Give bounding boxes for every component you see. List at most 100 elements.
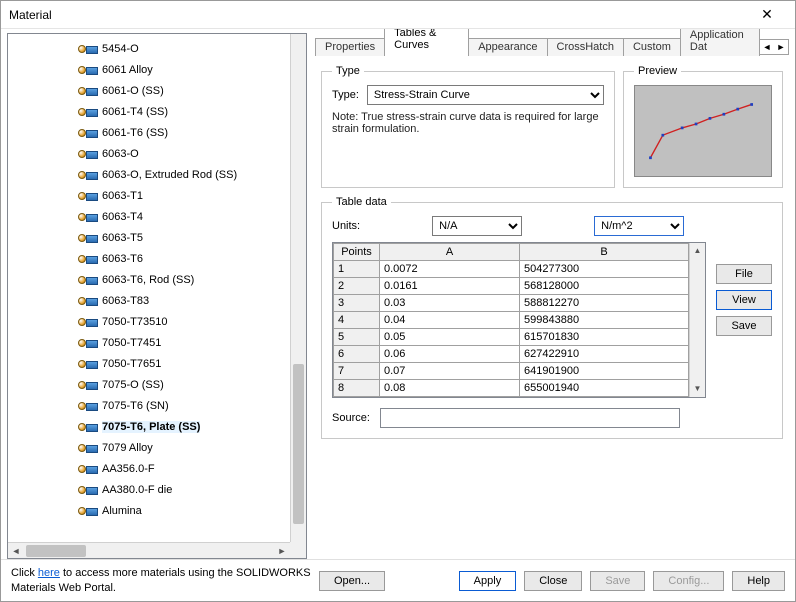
tree-item[interactable]: 6063-O: [10, 143, 304, 164]
table-row[interactable]: 60.06627422910: [334, 346, 689, 363]
material-icon: [78, 106, 98, 118]
material-dialog: Material ✕ 5454-O6061 Alloy6061-O (SS)60…: [0, 0, 796, 602]
row-index: 5: [334, 329, 380, 346]
table-row[interactable]: 40.04599843880: [334, 312, 689, 329]
grid-scrollbar[interactable]: ▲ ▼: [689, 243, 705, 397]
cell-b[interactable]: 599843880: [520, 312, 689, 329]
row-index: 4: [334, 312, 380, 329]
tree-item[interactable]: 7075-T6, Plate (SS): [10, 416, 304, 437]
tree-item[interactable]: 6061-T4 (SS): [10, 101, 304, 122]
col-points[interactable]: Points: [334, 244, 380, 261]
material-icon: [78, 379, 98, 391]
col-b[interactable]: B: [520, 244, 689, 261]
table-row[interactable]: 80.08655001940: [334, 380, 689, 397]
tree-item[interactable]: 7075-T6 (SN): [10, 395, 304, 416]
tree-item[interactable]: 6063-T4: [10, 206, 304, 227]
tree-item-label: 7075-O (SS): [102, 379, 164, 391]
tree-item-label: AA356.0-F: [102, 463, 155, 475]
table-row[interactable]: 50.05615701830: [334, 329, 689, 346]
material-icon: [78, 253, 98, 265]
tree-item[interactable]: 5454-O: [10, 38, 304, 59]
tree-item-label: 6063-O: [102, 148, 139, 160]
view-button[interactable]: View: [716, 290, 772, 310]
cell-a[interactable]: 0.07: [380, 363, 520, 380]
tree-item[interactable]: 6063-T83: [10, 290, 304, 311]
tree-item[interactable]: 7075-O (SS): [10, 374, 304, 395]
material-icon: [78, 295, 98, 307]
tree-item-label: 6063-T6: [102, 253, 143, 265]
cell-a[interactable]: 0.04: [380, 312, 520, 329]
material-tree[interactable]: 5454-O6061 Alloy6061-O (SS)6061-T4 (SS)6…: [7, 33, 307, 559]
tree-item[interactable]: 6061 Alloy: [10, 59, 304, 80]
material-icon: [78, 484, 98, 496]
tree-item[interactable]: 7050-T7651: [10, 353, 304, 374]
tree-item[interactable]: AA380.0-F die: [10, 479, 304, 500]
col-a[interactable]: A: [380, 244, 520, 261]
table-row[interactable]: 30.03588812270: [334, 295, 689, 312]
cell-b[interactable]: 568128000: [520, 278, 689, 295]
units-b-select[interactable]: N/m^2: [594, 216, 684, 236]
tree-item[interactable]: 7050-T73510: [10, 311, 304, 332]
cell-b[interactable]: 627422910: [520, 346, 689, 363]
cell-a[interactable]: 0.05: [380, 329, 520, 346]
table-row[interactable]: 20.0161568128000: [334, 278, 689, 295]
cell-b[interactable]: 655001940: [520, 380, 689, 397]
tab-application-dat[interactable]: Application Dat: [680, 29, 760, 56]
cell-a[interactable]: 0.08: [380, 380, 520, 397]
scroll-right-icon[interactable]: ►: [274, 546, 290, 556]
open-button[interactable]: Open...: [319, 571, 385, 591]
material-icon: [78, 169, 98, 181]
tree-item-label: 6063-O, Extruded Rod (SS): [102, 169, 237, 181]
titlebar[interactable]: Material ✕: [1, 1, 795, 29]
table-row[interactable]: 70.07641901900: [334, 363, 689, 380]
tree-item[interactable]: 6061-T6 (SS): [10, 122, 304, 143]
cell-a[interactable]: 0.03: [380, 295, 520, 312]
cell-b[interactable]: 615701830: [520, 329, 689, 346]
scroll-down-icon[interactable]: ▼: [690, 381, 705, 397]
tree-horizontal-scrollbar[interactable]: ◄ ►: [8, 542, 290, 558]
close-icon[interactable]: ✕: [747, 6, 787, 23]
apply-button[interactable]: Apply: [459, 571, 517, 591]
web-portal-link[interactable]: here: [38, 567, 60, 579]
data-grid[interactable]: Points A B 10.007250427730020.0161568128…: [332, 242, 706, 398]
tree-item[interactable]: 6063-T1: [10, 185, 304, 206]
cell-a[interactable]: 0.0161: [380, 278, 520, 295]
units-a-select[interactable]: N/A: [432, 216, 522, 236]
tree-item[interactable]: 7050-T7451: [10, 332, 304, 353]
scroll-left-icon[interactable]: ◄: [8, 546, 24, 556]
tree-item[interactable]: 6063-O, Extruded Rod (SS): [10, 164, 304, 185]
source-input[interactable]: [380, 408, 680, 428]
tab-appearance[interactable]: Appearance: [468, 38, 547, 56]
cell-a[interactable]: 0.0072: [380, 261, 520, 278]
file-button[interactable]: File: [716, 264, 772, 284]
tab-properties[interactable]: Properties: [315, 38, 385, 56]
tree-item[interactable]: Alumina: [10, 500, 304, 521]
cell-a[interactable]: 0.06: [380, 346, 520, 363]
curve-type-select[interactable]: Stress-Strain Curve: [367, 85, 604, 105]
cell-b[interactable]: 504277300: [520, 261, 689, 278]
tab-tables-curves[interactable]: Tables & Curves: [384, 29, 469, 55]
tab-crosshatch[interactable]: CrossHatch: [547, 38, 624, 56]
material-icon: [78, 274, 98, 286]
tab-custom[interactable]: Custom: [623, 38, 681, 56]
save-curve-button[interactable]: Save: [716, 316, 772, 336]
tree-item[interactable]: 7079 Alloy: [10, 437, 304, 458]
tree-item-label: 6063-T1: [102, 190, 143, 202]
tree-vertical-scrollbar[interactable]: [290, 34, 306, 542]
units-label: Units:: [332, 220, 360, 232]
row-index: 1: [334, 261, 380, 278]
tree-item[interactable]: 6061-O (SS): [10, 80, 304, 101]
tab-nav-right-icon[interactable]: ►: [774, 40, 788, 54]
scroll-up-icon[interactable]: ▲: [690, 243, 705, 259]
cell-b[interactable]: 641901900: [520, 363, 689, 380]
tree-item[interactable]: 6063-T6, Rod (SS): [10, 269, 304, 290]
tree-item[interactable]: 6063-T6: [10, 248, 304, 269]
help-button[interactable]: Help: [732, 571, 785, 591]
cell-b[interactable]: 588812270: [520, 295, 689, 312]
tab-nav-left-icon[interactable]: ◄: [760, 40, 774, 54]
tree-item[interactable]: AA356.0-F: [10, 458, 304, 479]
tree-item[interactable]: 6063-T5: [10, 227, 304, 248]
table-row[interactable]: 10.0072504277300: [334, 261, 689, 278]
row-index: 6: [334, 346, 380, 363]
close-button[interactable]: Close: [524, 571, 582, 591]
